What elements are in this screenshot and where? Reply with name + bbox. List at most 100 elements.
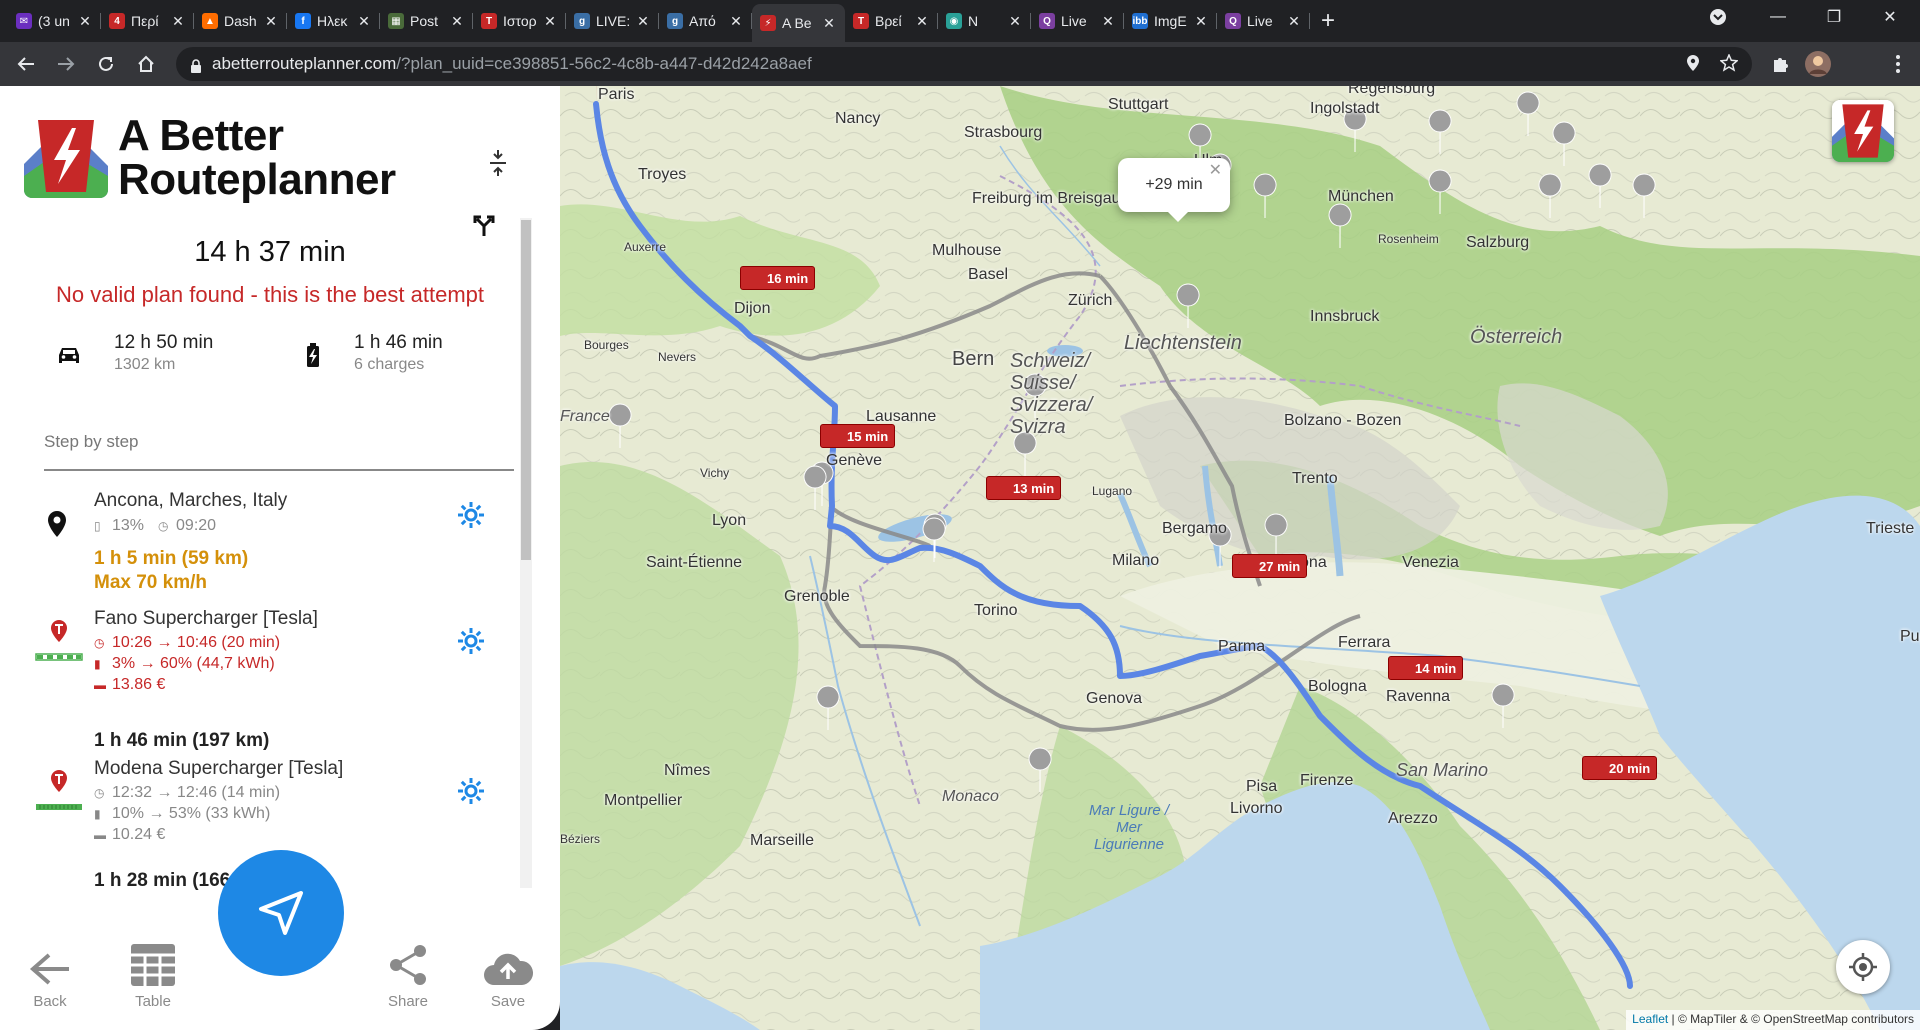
charge-stop-marker[interactable]: 16 min <box>740 266 816 290</box>
new-tab-plus-icon[interactable]: + <box>1310 4 1346 38</box>
step-charge-soc: 10% → 53% (33 kWh) <box>112 805 271 822</box>
settings-gear-icon[interactable] <box>456 776 486 806</box>
browser-tab[interactable]: T Ιστορ ✕ <box>473 4 566 38</box>
news-icon: g <box>667 13 683 29</box>
browser-tab[interactable]: 4 Περί ✕ <box>101 4 194 38</box>
route-map[interactable]: Paris Troyes Nancy Strasbourg Stuttgart … <box>560 86 1920 1030</box>
table-label: Table <box>135 993 171 1010</box>
charge-count: 6 charges <box>354 356 425 373</box>
tab-close-icon[interactable]: ✕ <box>449 13 465 30</box>
locate-me-button[interactable] <box>1836 940 1890 994</box>
collapse-icon[interactable] <box>486 148 510 178</box>
city-label: Stuttgart <box>1108 96 1169 113</box>
total-trip-time: 14 h 37 min <box>194 236 346 268</box>
browser-tab[interactable]: ibb ImgE ✕ <box>1124 4 1217 38</box>
tab-close-icon[interactable]: ✕ <box>542 13 558 30</box>
tab-close-icon[interactable]: ✕ <box>728 13 744 30</box>
abrp-corner-logo-icon[interactable] <box>1832 100 1894 162</box>
leaflet-link[interactable]: Leaflet <box>1632 1012 1668 1026</box>
city-label: Mulhouse <box>932 242 1002 259</box>
charge-stop-marker[interactable]: 14 min <box>1388 656 1464 680</box>
browser-tab[interactable]: ▲ Dash ✕ <box>194 4 287 38</box>
browser-tab[interactable]: g LIVE: ✕ <box>566 4 659 38</box>
tab-close-icon[interactable]: ✕ <box>170 13 186 30</box>
charge-stop-marker[interactable]: 15 min <box>820 424 896 448</box>
browser-tab[interactable]: ✉ (3 un ✕ <box>8 4 101 38</box>
charge-duration: 16 min <box>767 270 809 286</box>
extensions-puzzle-icon[interactable] <box>1764 48 1796 80</box>
charge-stop-marker[interactable]: 20 min <box>1582 756 1658 780</box>
back-arrow-icon[interactable] <box>6 46 46 82</box>
tab-close-icon[interactable]: ✕ <box>914 13 930 30</box>
tab-label: LIVE: <box>596 13 631 29</box>
tab-close-icon[interactable]: ✕ <box>635 13 651 30</box>
city-label: Basel <box>968 266 1009 283</box>
tab-search-icon[interactable] <box>1690 0 1746 34</box>
minimize-icon[interactable]: — <box>1750 0 1806 34</box>
tab-label: Ιστορ <box>503 13 537 29</box>
browser-tab[interactable]: Q Live ✕ <box>1217 4 1310 38</box>
forum-icon: ▦ <box>388 13 404 29</box>
popup-close-icon[interactable]: ✕ <box>1209 160 1222 180</box>
tab-close-icon[interactable]: ✕ <box>821 15 837 32</box>
table-button[interactable]: Table <box>113 939 193 1010</box>
abrp-logo[interactable]: A Better Routeplanner <box>24 114 464 202</box>
chrome-menu-icon[interactable] <box>1882 48 1914 80</box>
tab-close-icon[interactable]: ✕ <box>1286 13 1302 30</box>
lock-icon[interactable] <box>190 58 201 73</box>
browser-tab[interactable]: ◉ N ✕ <box>938 4 1031 38</box>
settings-gear-icon[interactable] <box>456 500 486 530</box>
browser-tab[interactable]: f Ηλεκ ✕ <box>287 4 380 38</box>
city-label: Auxerre <box>624 240 667 254</box>
location-icon[interactable] <box>1686 54 1700 77</box>
tab-close-icon[interactable]: ✕ <box>1100 13 1116 30</box>
city-label: Torino <box>974 602 1018 619</box>
browser-tab[interactable]: T Βρεί ✕ <box>845 4 938 38</box>
save-button[interactable]: Save <box>468 939 548 1010</box>
abrp-icon: ⚡ <box>760 15 776 31</box>
city-label: Arezzo <box>1388 810 1438 827</box>
browser-tab[interactable]: ⚡ A Be ✕ <box>752 4 845 42</box>
tab-label: Post <box>410 13 439 29</box>
tab-label: Live <box>1061 13 1087 29</box>
home-icon[interactable] <box>126 46 166 82</box>
route-delta-popup[interactable]: +29 min ✕ <box>1118 158 1230 222</box>
cloud-upload-icon <box>468 939 548 987</box>
tab-close-icon[interactable]: ✕ <box>1007 13 1023 30</box>
attribution-text: | © MapTiler & © OpenStreetMap contribut… <box>1668 1012 1914 1026</box>
charge-duration: 14 min <box>1415 660 1457 676</box>
url-host: abetterrouteplanner.com <box>212 54 397 73</box>
tab-close-icon[interactable]: ✕ <box>77 13 93 30</box>
settings-gear-icon[interactable] <box>456 626 486 656</box>
browser-tab[interactable]: ▦ Post ✕ <box>380 4 473 38</box>
back-arrow-icon <box>10 939 90 987</box>
url-path: /?plan_uuid=ce398851-56c2-4c8b-a447-d42d… <box>396 54 812 73</box>
city-label: Paris <box>598 86 635 103</box>
restore-icon[interactable]: ❐ <box>1806 0 1862 34</box>
battery-icon: ▮ <box>94 657 101 671</box>
close-window-icon[interactable]: ✕ <box>1862 0 1918 34</box>
reload-icon[interactable] <box>86 46 126 82</box>
battery-icon: ▯ <box>94 519 101 533</box>
bookmark-star-icon[interactable] <box>1719 53 1739 77</box>
city-label: Lugano <box>1092 484 1133 498</box>
tab-close-icon[interactable]: ✕ <box>263 13 279 30</box>
navigate-button[interactable] <box>218 850 344 976</box>
tesla-icon: T <box>853 13 869 29</box>
browser-tab[interactable]: g Από ✕ <box>659 4 752 38</box>
address-bar[interactable]: abetterrouteplanner.com/?plan_uuid=ce398… <box>176 47 1752 81</box>
back-button[interactable]: Back <box>10 939 90 1010</box>
share-button[interactable]: Share <box>368 939 448 1010</box>
city-label: Ferrara <box>1338 634 1391 651</box>
tab-close-icon[interactable]: ✕ <box>356 13 372 30</box>
tab-close-icon[interactable]: ✕ <box>1193 13 1209 30</box>
cost-icon: ▬ <box>94 678 106 692</box>
step-time: 09:20 <box>176 517 217 534</box>
charge-stop-marker[interactable]: 13 min <box>986 476 1062 500</box>
drive-distance: 1302 km <box>114 356 176 373</box>
browser-tab[interactable]: Q Live ✕ <box>1031 4 1124 38</box>
profile-avatar[interactable] <box>1802 48 1834 80</box>
sidebar-scrollbar-thumb[interactable] <box>521 220 531 560</box>
charge-stop-marker[interactable]: 27 min <box>1232 554 1308 578</box>
forward-arrow-icon[interactable] <box>46 46 86 82</box>
